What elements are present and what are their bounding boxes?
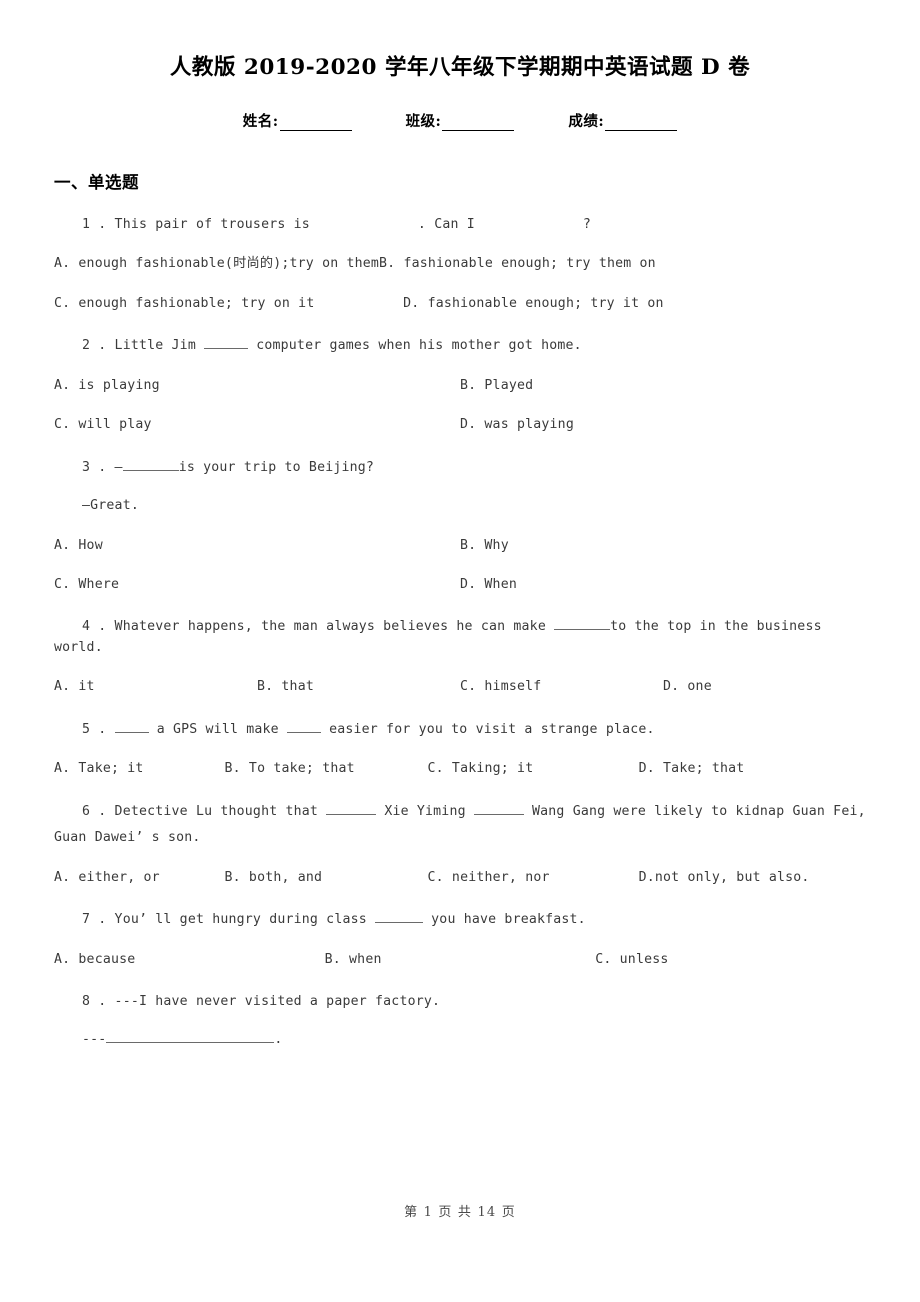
option-c[interactable]: C. unless bbox=[595, 950, 866, 970]
question-5-blank-1[interactable] bbox=[114, 720, 149, 733]
exam-page: 人教版 2019-2020 学年八年级下学期期中英语试题 D 卷 姓名: 班级:… bbox=[0, 0, 920, 1302]
option-a[interactable]: A. either, or bbox=[54, 868, 225, 888]
question-8-period: . bbox=[274, 1032, 283, 1048]
question-6-stem: 6 . Detective Lu thought that Xie Yiming… bbox=[54, 802, 866, 822]
option-b[interactable]: B. To take; that bbox=[225, 759, 428, 779]
question-7-stem-pre: 7 . You’ ll get hungry during class bbox=[82, 912, 376, 928]
student-name-label: 姓名: bbox=[242, 112, 279, 130]
student-class-label: 班级: bbox=[405, 112, 442, 130]
question-1-stem-pre: 1 . This pair of trousers is bbox=[82, 216, 310, 232]
question-6-blank-2[interactable] bbox=[473, 802, 524, 815]
question-6: 6 . Detective Lu thought that Xie Yiming… bbox=[54, 802, 866, 888]
question-1-options-row-1: A. enough fashionable(时尚的);try on themB.… bbox=[54, 254, 866, 274]
question-1-options-row-2: C. enough fashionable; try on it D. fash… bbox=[54, 294, 866, 314]
question-1: 1 . This pair of trousers is . Can I? A. … bbox=[54, 215, 866, 314]
question-1-stem-post: ? bbox=[582, 216, 592, 232]
question-2-stem-pre: 2 . Little Jim bbox=[82, 338, 205, 354]
question-5: 5 . a GPS will make easier for you to vi… bbox=[54, 720, 866, 780]
option-c[interactable]: C. will play bbox=[54, 415, 460, 435]
question-8-blank[interactable] bbox=[106, 1030, 275, 1044]
option-d[interactable]: D. was playing bbox=[460, 415, 866, 435]
option-b[interactable]: B. Played bbox=[460, 376, 866, 396]
option-d[interactable]: D.not only, but also. bbox=[639, 868, 810, 888]
option-a[interactable]: A. because bbox=[54, 950, 325, 970]
question-4-stem: 4 . Whatever happens, the man always bel… bbox=[54, 617, 866, 658]
option-c[interactable]: C. Where bbox=[54, 575, 460, 595]
question-6-stem-line2: Guan Dawei’ s son. bbox=[54, 830, 201, 846]
option-a[interactable]: A. is playing bbox=[54, 376, 460, 396]
question-4-stem-pre: 4 . Whatever happens, the man always bel… bbox=[82, 619, 555, 635]
question-8-answer-line: ---. bbox=[54, 1030, 866, 1050]
student-name-field[interactable]: 姓名: bbox=[243, 110, 352, 131]
student-score-field[interactable]: 成绩: bbox=[568, 110, 678, 131]
question-2-stem-post: computer games when his mother got home. bbox=[248, 338, 582, 354]
student-class-blank[interactable] bbox=[442, 116, 515, 131]
option-c[interactable]: C. Taking; it bbox=[428, 759, 639, 779]
option-a[interactable]: A. it bbox=[54, 677, 257, 697]
question-6-stem-pre: 6 . Detective Lu thought that bbox=[82, 803, 327, 819]
question-7-options-row: A. because B. when C. unless bbox=[54, 950, 866, 970]
page-title: 人教版 2019-2020 学年八年级下学期期中英语试题 D 卷 bbox=[169, 55, 751, 80]
question-5-stem-mid: a GPS will make bbox=[148, 721, 287, 737]
question-7: 7 . You’ ll get hungry during class you … bbox=[54, 910, 866, 970]
question-6-stem-post: Wang Gang were likely to kidnap Guan Fei… bbox=[523, 803, 866, 819]
option-c[interactable]: C. enough fashionable; try on it bbox=[54, 294, 403, 314]
question-3-stem-pre: 3 . — bbox=[82, 459, 123, 475]
question-3-stem: 3 . — is your trip to Beijing? bbox=[54, 458, 866, 478]
question-6-stem-mid: Xie Yiming bbox=[376, 803, 474, 819]
question-3: 3 . — is your trip to Beijing? —Great. A.… bbox=[54, 458, 866, 596]
question-7-stem-post: you have breakfast. bbox=[423, 912, 586, 928]
question-5-options-row: A. Take; it B. To take; that C. Taking; … bbox=[54, 759, 866, 779]
student-info-row: 姓名: 班级: 成绩: bbox=[54, 110, 866, 131]
option-a[interactable]: A. enough fashionable(时尚的);try on themB.… bbox=[54, 254, 656, 274]
question-2-blank[interactable] bbox=[204, 336, 249, 350]
page-footer: 第 1 页 共 14 页 bbox=[404, 1205, 516, 1220]
question-3-answer-line: —Great. bbox=[82, 498, 139, 514]
option-d[interactable]: D. When bbox=[460, 575, 866, 595]
option-a[interactable]: A. Take; it bbox=[54, 759, 225, 779]
question-2-options-row-1: A. is playing B. Played bbox=[54, 376, 866, 396]
question-7-stem: 7 . You’ ll get hungry during class you … bbox=[54, 910, 866, 930]
question-5-stem-post: easier for you to visit a strange place. bbox=[320, 721, 655, 737]
option-d[interactable]: D. fashionable enough; try it on bbox=[403, 294, 663, 314]
option-d[interactable]: D. one bbox=[663, 677, 866, 697]
question-3-stem-post: is your trip to Beijing? bbox=[178, 459, 375, 475]
student-class-field[interactable]: 班级: bbox=[406, 110, 515, 131]
question-5-stem: 5 . a GPS will make easier for you to vi… bbox=[54, 720, 866, 740]
student-score-blank[interactable] bbox=[605, 116, 678, 131]
question-2-options-row-2: C. will play D. was playing bbox=[54, 415, 866, 435]
question-5-blank-2[interactable] bbox=[286, 720, 321, 733]
option-a[interactable]: A. How bbox=[54, 536, 460, 556]
question-3-options-row-1: A. How B. Why bbox=[54, 536, 866, 556]
question-8: 8 . ---I have never visited a paper fact… bbox=[54, 992, 866, 1051]
option-d[interactable]: D. Take; that bbox=[639, 759, 745, 779]
question-2: 2 . Little Jim computer games when his m… bbox=[54, 336, 866, 435]
question-6-options-row: A. either, or B. both, and C. neither, n… bbox=[54, 868, 866, 888]
question-5-stem-pre: 5 . bbox=[82, 721, 115, 737]
question-7-blank[interactable] bbox=[375, 910, 424, 924]
option-b[interactable]: B. when bbox=[325, 950, 596, 970]
question-4: 4 . Whatever happens, the man always bel… bbox=[54, 617, 866, 697]
option-b[interactable]: B. Why bbox=[460, 536, 866, 556]
student-score-label: 成绩: bbox=[568, 112, 605, 130]
option-b[interactable]: B. both, and bbox=[225, 868, 428, 888]
question-6-blank-1[interactable] bbox=[326, 802, 377, 815]
student-name-blank[interactable] bbox=[279, 116, 352, 131]
section-heading: 一、单选题 bbox=[54, 172, 139, 192]
option-c[interactable]: C. neither, nor bbox=[428, 868, 639, 888]
option-b[interactable]: B. that bbox=[257, 677, 460, 697]
question-4-blank[interactable] bbox=[554, 617, 611, 631]
question-4-options-row: A. it B. that C. himself D. one bbox=[54, 677, 866, 697]
option-c[interactable]: C. himself bbox=[460, 677, 663, 697]
question-8-dash: --- bbox=[82, 1032, 107, 1048]
question-3-options-row-2: C. Where D. When bbox=[54, 575, 866, 595]
question-1-stem-mid: . Can I bbox=[417, 216, 475, 232]
question-3-blank[interactable] bbox=[122, 458, 179, 471]
question-8-stem: 8 . ---I have never visited a paper fact… bbox=[82, 994, 441, 1009]
question-1-stem: 1 . This pair of trousers is . Can I? bbox=[54, 215, 866, 235]
question-2-stem: 2 . Little Jim computer games when his m… bbox=[54, 336, 866, 356]
